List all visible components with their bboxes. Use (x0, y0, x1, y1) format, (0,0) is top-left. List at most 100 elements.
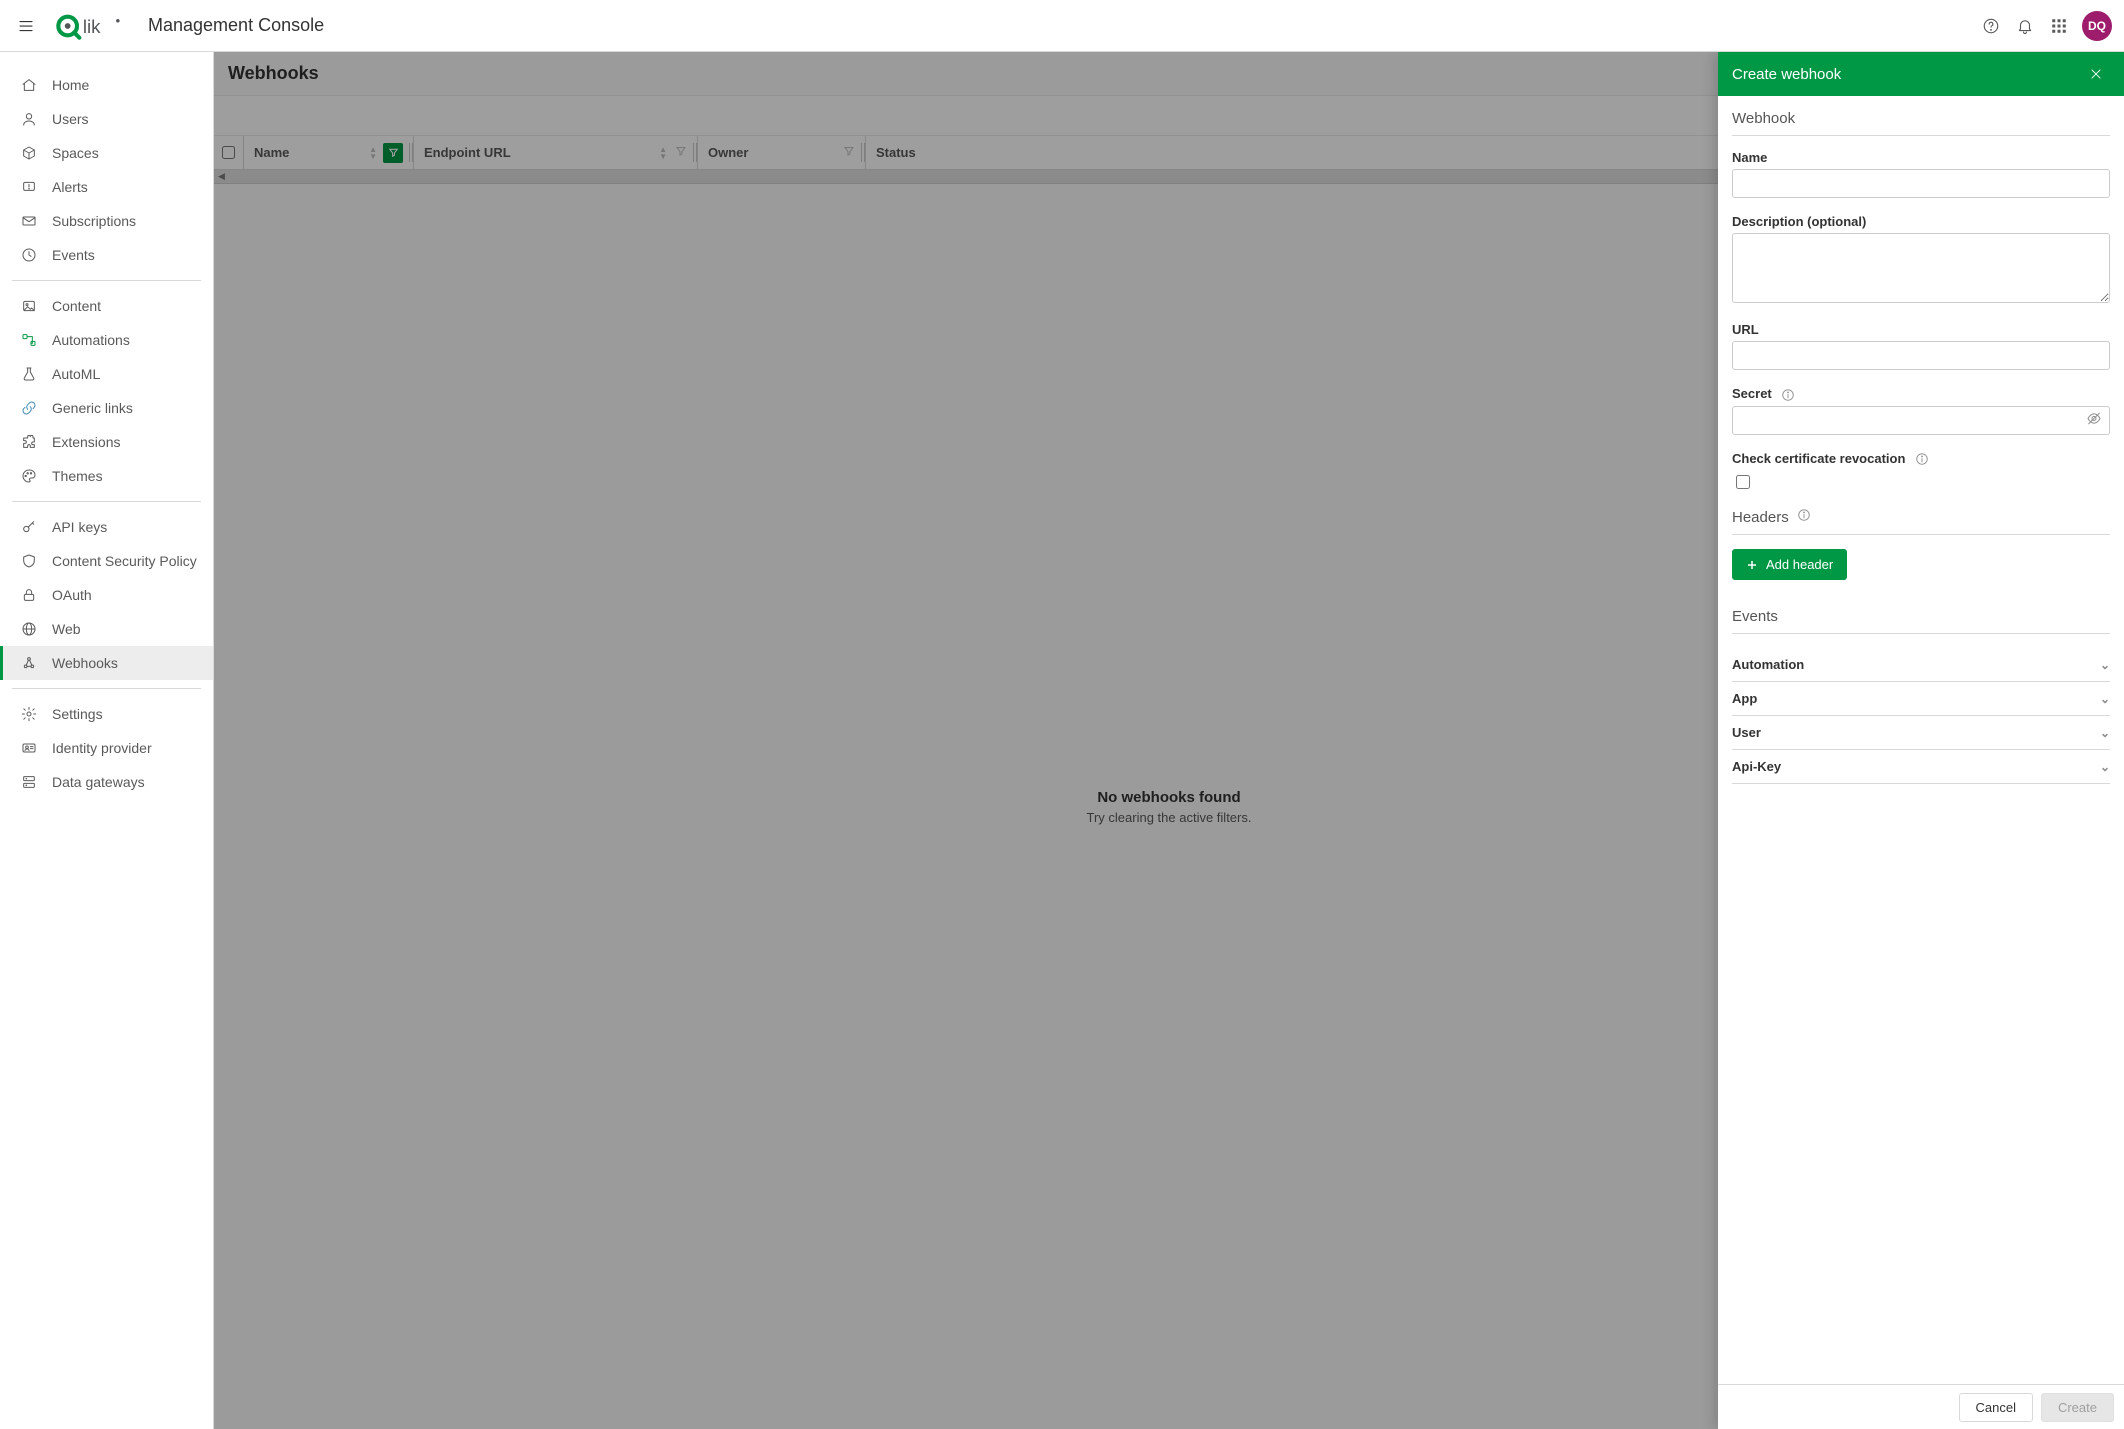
sidebar-item-label: Extensions (52, 434, 120, 450)
app-launcher-button[interactable] (2042, 9, 2076, 43)
shield-icon (20, 552, 38, 570)
panel-header: Create webhook (1718, 52, 2124, 96)
section-title-headers: Headers (1732, 508, 2110, 535)
avatar[interactable]: DQ (2082, 11, 2112, 41)
sidebar-item-alerts[interactable]: Alerts (0, 170, 213, 204)
sidebar-item-settings[interactable]: Settings (0, 697, 213, 731)
check-cert-checkbox[interactable] (1736, 475, 1750, 489)
sidebar-item-automl[interactable]: AutoML (0, 357, 213, 391)
sidebar-item-label: Webhooks (52, 655, 118, 671)
globe-icon (20, 620, 38, 638)
sidebar-item-automations[interactable]: Automations (0, 323, 213, 357)
sidebar-item-web[interactable]: Web (0, 612, 213, 646)
qlik-logo[interactable]: lik (56, 12, 126, 40)
add-header-button[interactable]: Add header (1732, 549, 1847, 580)
url-input[interactable] (1732, 341, 2110, 370)
sidebar-item-label: Subscriptions (52, 213, 136, 229)
mail-icon (20, 212, 38, 230)
sidebar-item-subscriptions[interactable]: Subscriptions (0, 204, 213, 238)
sidebar-item-webhooks[interactable]: Webhooks (0, 646, 213, 680)
chevron-down-icon: ⌄ (2100, 658, 2110, 672)
image-icon (20, 297, 38, 315)
event-group-user[interactable]: User ⌄ (1732, 716, 2110, 750)
field-name: Name (1732, 150, 2110, 198)
grid-icon (2050, 17, 2068, 35)
help-button[interactable] (1974, 9, 2008, 43)
field-description: Description (optional) (1732, 214, 2110, 306)
console-title: Management Console (148, 15, 324, 36)
puzzle-icon (20, 433, 38, 451)
sidenav: Home Users Spaces Alerts Subscriptions E… (0, 52, 214, 1429)
palette-icon (20, 467, 38, 485)
add-header-label: Add header (1766, 557, 1833, 572)
cancel-button[interactable]: Cancel (1959, 1393, 2033, 1422)
sidebar-item-extensions[interactable]: Extensions (0, 425, 213, 459)
beaker-icon (20, 365, 38, 383)
label-secret: Secret (1732, 386, 2110, 402)
sidebar-item-idp[interactable]: Identity provider (0, 731, 213, 765)
sidebar-item-label: Content Security Policy (52, 553, 197, 569)
nav-divider (12, 501, 201, 502)
notifications-button[interactable] (2008, 9, 2042, 43)
help-icon (1982, 17, 2000, 35)
create-button[interactable]: Create (2041, 1393, 2114, 1422)
sidebar-item-spaces[interactable]: Spaces (0, 136, 213, 170)
sidebar-item-label: AutoML (52, 366, 100, 382)
event-group-app[interactable]: App ⌄ (1732, 682, 2110, 716)
sidebar-item-label: API keys (52, 519, 107, 535)
link-icon (20, 399, 38, 417)
event-group-label: User (1732, 725, 1761, 740)
sidebar-item-oauth[interactable]: OAuth (0, 578, 213, 612)
eye-off-icon (2086, 411, 2102, 427)
sidebar-item-home[interactable]: Home (0, 68, 213, 102)
sidebar-item-label: Web (52, 621, 81, 637)
label-description: Description (optional) (1732, 214, 2110, 229)
secret-input[interactable] (1732, 406, 2110, 435)
sidebar-item-label: Alerts (52, 179, 88, 195)
section-title-headers-text: Headers (1732, 509, 1789, 526)
server-icon (20, 773, 38, 791)
bell-icon (2016, 17, 2034, 35)
info-icon[interactable] (1781, 388, 1795, 402)
cube-icon (20, 144, 38, 162)
sidebar-item-label: Content (52, 298, 101, 314)
event-group-automation[interactable]: Automation ⌄ (1732, 648, 2110, 682)
sidebar-item-label: Settings (52, 706, 103, 722)
sidebar-item-generic-links[interactable]: Generic links (0, 391, 213, 425)
sidebar-item-data-gateways[interactable]: Data gateways (0, 765, 213, 799)
sidebar-item-label: OAuth (52, 587, 92, 603)
sidebar-item-label: Themes (52, 468, 103, 484)
plus-icon (1746, 559, 1758, 571)
sidebar-item-events[interactable]: Events (0, 238, 213, 272)
sidebar-item-csp[interactable]: Content Security Policy (0, 544, 213, 578)
event-group-label: Api-Key (1732, 759, 1781, 774)
event-group-api-key[interactable]: Api-Key ⌄ (1732, 750, 2110, 784)
automation-icon (20, 331, 38, 349)
user-icon (20, 110, 38, 128)
qlik-logo-icon: lik (56, 12, 126, 40)
name-input[interactable] (1732, 169, 2110, 198)
field-check-cert: Check certificate revocation (1732, 451, 2110, 493)
sidebar-item-users[interactable]: Users (0, 102, 213, 136)
clock-icon (20, 246, 38, 264)
field-url: URL (1732, 322, 2110, 370)
sidebar-item-label: Automations (52, 332, 130, 348)
chevron-down-icon: ⌄ (2100, 726, 2110, 740)
close-icon (2089, 67, 2103, 81)
sidebar-item-label: Spaces (52, 145, 99, 161)
section-title-webhook: Webhook (1732, 110, 2110, 136)
sidebar-item-content[interactable]: Content (0, 289, 213, 323)
sidebar-item-themes[interactable]: Themes (0, 459, 213, 493)
panel-title: Create webhook (1732, 66, 1841, 83)
toggle-visibility-button[interactable] (2086, 411, 2102, 430)
close-button[interactable] (2082, 60, 2110, 88)
sidebar-item-api-keys[interactable]: API keys (0, 510, 213, 544)
sidebar-item-label: Identity provider (52, 740, 152, 756)
info-icon[interactable] (1797, 508, 1811, 526)
info-icon[interactable] (1915, 452, 1929, 466)
label-check-cert: Check certificate revocation (1732, 451, 2110, 467)
menu-toggle-button[interactable] (8, 8, 44, 44)
gear-icon (20, 705, 38, 723)
svg-text:lik: lik (83, 16, 101, 37)
description-input[interactable] (1732, 233, 2110, 303)
